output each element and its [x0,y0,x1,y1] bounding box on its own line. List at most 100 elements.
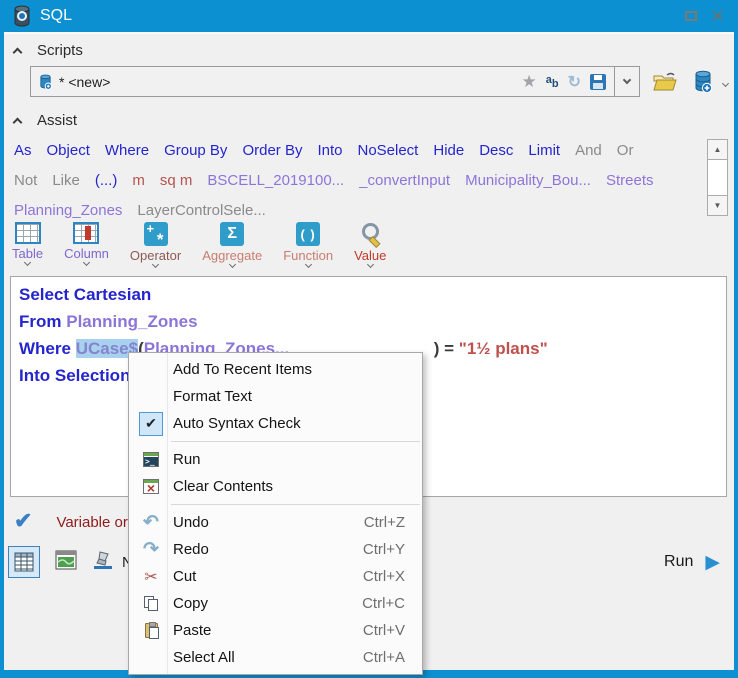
redo-icon: ↷ [129,540,173,559]
assist-keyword-sq-m[interactable]: sq m [160,172,193,189]
menu-item-shortcut: Ctrl+X [362,568,405,585]
menu-item-shortcut: Ctrl+Y [362,541,405,558]
collapse-assist-icon[interactable] [12,117,23,127]
assist-keyword-m[interactable]: m [132,172,145,189]
assist-keyword-noselect[interactable]: NoSelect [357,142,418,159]
close-icon[interactable]: × [711,5,724,27]
toolbar-button-table[interactable]: Table [12,222,43,267]
assist-keyword-order-by[interactable]: Order By [242,142,302,159]
sql-line-1: Select Cartesian [19,281,726,308]
assist-keyword-or[interactable]: Or [617,142,634,159]
menu-item-label: Cut [173,568,197,585]
assist-keyword-limit[interactable]: Limit [528,142,560,159]
assist-keyword-like[interactable]: Like [52,172,80,189]
run-console-icon [143,452,159,467]
assist-scrollbar[interactable]: ▲ ▼ [707,139,728,216]
collapse-scripts-icon[interactable] [12,47,23,57]
assist-keyword-where[interactable]: Where [105,142,149,159]
undo-icon: ↶ [129,511,173,533]
aggregate-icon [220,222,245,246]
scroll-down-icon[interactable]: ▼ [707,195,728,216]
assist-keyword-streets[interactable]: Streets [606,172,654,189]
assist-keyword-municipality-bou[interactable]: Municipality_Bou... [465,172,591,189]
sql-token: From [19,312,67,331]
toolbar-button-value[interactable]: Value [354,222,386,269]
script-selector[interactable]: * <new> ★ ab ↻ [30,66,615,97]
sql-token: Where [19,339,76,358]
menu-item-select-all[interactable]: Select All Ctrl+A [129,644,422,671]
menu-item-redo[interactable]: ↷ Redo Ctrl+Y [129,536,422,563]
assist-keyword-object[interactable]: Object [47,142,90,159]
checked-icon: ✔ [139,411,163,436]
toolbar-button-aggregate[interactable]: Aggregate [202,222,262,269]
assist-keyword-bscell-2019100[interactable]: BSCELL_2019100... [207,172,344,189]
save-icon[interactable] [590,73,606,90]
assist-keyword-as[interactable]: As [14,142,32,159]
undo-icon: ↶ [143,511,159,533]
menu-item-undo[interactable]: ↶ Undo Ctrl+Z [129,509,422,536]
script-selector-dropdown[interactable] [614,66,640,97]
menu-item-run[interactable]: Run [129,446,422,473]
toolbar-button-operator[interactable]: Operator [130,221,181,269]
new-script-menu-caret-icon[interactable] [721,73,730,91]
assist-keyword-and[interactable]: And [575,142,602,159]
assist-keyword-desc[interactable]: Desc [479,142,513,159]
cut-icon: ✂ [129,567,173,587]
new-script-button[interactable] [688,66,718,97]
menu-item-add-to-recent-items[interactable]: Add To Recent Items [129,356,422,383]
toolbar-button-column[interactable]: Column [64,222,109,267]
assist-keyword-layercontrolsele[interactable]: LayerControlSele... [137,202,265,219]
paste-icon [129,622,173,639]
assist-header[interactable]: Assist [12,112,77,129]
refresh-icon[interactable]: ↻ [568,72,581,92]
menu-item-label: Auto Syntax Check [173,415,301,432]
run-play-icon: ▶ [705,551,720,573]
menu-item-label: Format Text [173,388,252,405]
menu-item-cut[interactable]: ✂ Cut Ctrl+X [129,563,422,590]
menu-item-format-text[interactable]: Format Text [129,383,422,410]
sql-token: "1½ plans" [458,339,548,358]
scroll-up-icon[interactable]: ▲ [707,139,728,160]
run-button[interactable]: Run ▶ [664,551,720,574]
operator-icon [143,221,168,250]
float-window-icon[interactable] [685,11,698,21]
context-menu: Add To Recent Items Format Text ✔ Auto Synt… [128,352,423,675]
assist-keyword-hide[interactable]: Hide [433,142,464,159]
menu-item-clear-contents[interactable]: Clear Contents [129,473,422,500]
syntax-valid-check-icon: ✔ [14,508,33,533]
sql-window: SQL × Scripts * <new> ★ ab ↻ Assist As O… [0,0,738,678]
menu-item-shortcut: Ctrl+V [362,622,405,639]
table-icon [14,222,41,244]
sql-token: Planning_Zones [66,312,198,331]
menu-item-auto-syntax-check[interactable]: ✔ Auto Syntax Check [129,410,422,437]
assist-keyword-planning-zones[interactable]: Planning_Zones [14,202,122,219]
menu-separator [171,504,420,505]
menu-item-copy[interactable]: Copy Ctrl+C [129,590,422,617]
rename-icon[interactable]: ab [546,74,559,90]
menu-item-shortcut: Ctrl+A [362,649,405,666]
toolbar-button-function[interactable]: Function [283,222,333,269]
menu-item-label: Redo [173,541,209,558]
open-folder-icon [653,72,677,90]
menu-item-paste[interactable]: Paste Ctrl+V [129,617,422,644]
scrollbar-track[interactable] [707,160,728,195]
window-border [0,32,4,678]
title-bar: SQL × [0,0,738,32]
map-output-button[interactable] [54,548,78,577]
assist-keyword-convertinput[interactable]: _convertInput [359,172,450,189]
sql-db-icon [14,5,30,27]
script-selector-value: * <new> [59,73,111,90]
scripts-header[interactable]: Scripts [12,42,83,59]
assist-keyword-into[interactable]: Into [317,142,342,159]
stamp-tool-button[interactable] [92,549,114,576]
browser-output-button[interactable] [8,546,40,578]
assist-keyword-not[interactable]: Not [14,172,37,189]
copy-icon [129,596,173,611]
assist-keyword-group-by[interactable]: Group By [164,142,227,159]
status-message: Variable or [56,514,128,531]
run-button-label: Run [664,553,694,570]
assist-row-1: As Object Where Group By Order By Into NoSelec… [14,136,702,166]
favorite-icon[interactable]: ★ [521,72,536,92]
open-script-button[interactable] [648,66,682,97]
assist-keyword-[interactable]: (...) [95,172,118,189]
